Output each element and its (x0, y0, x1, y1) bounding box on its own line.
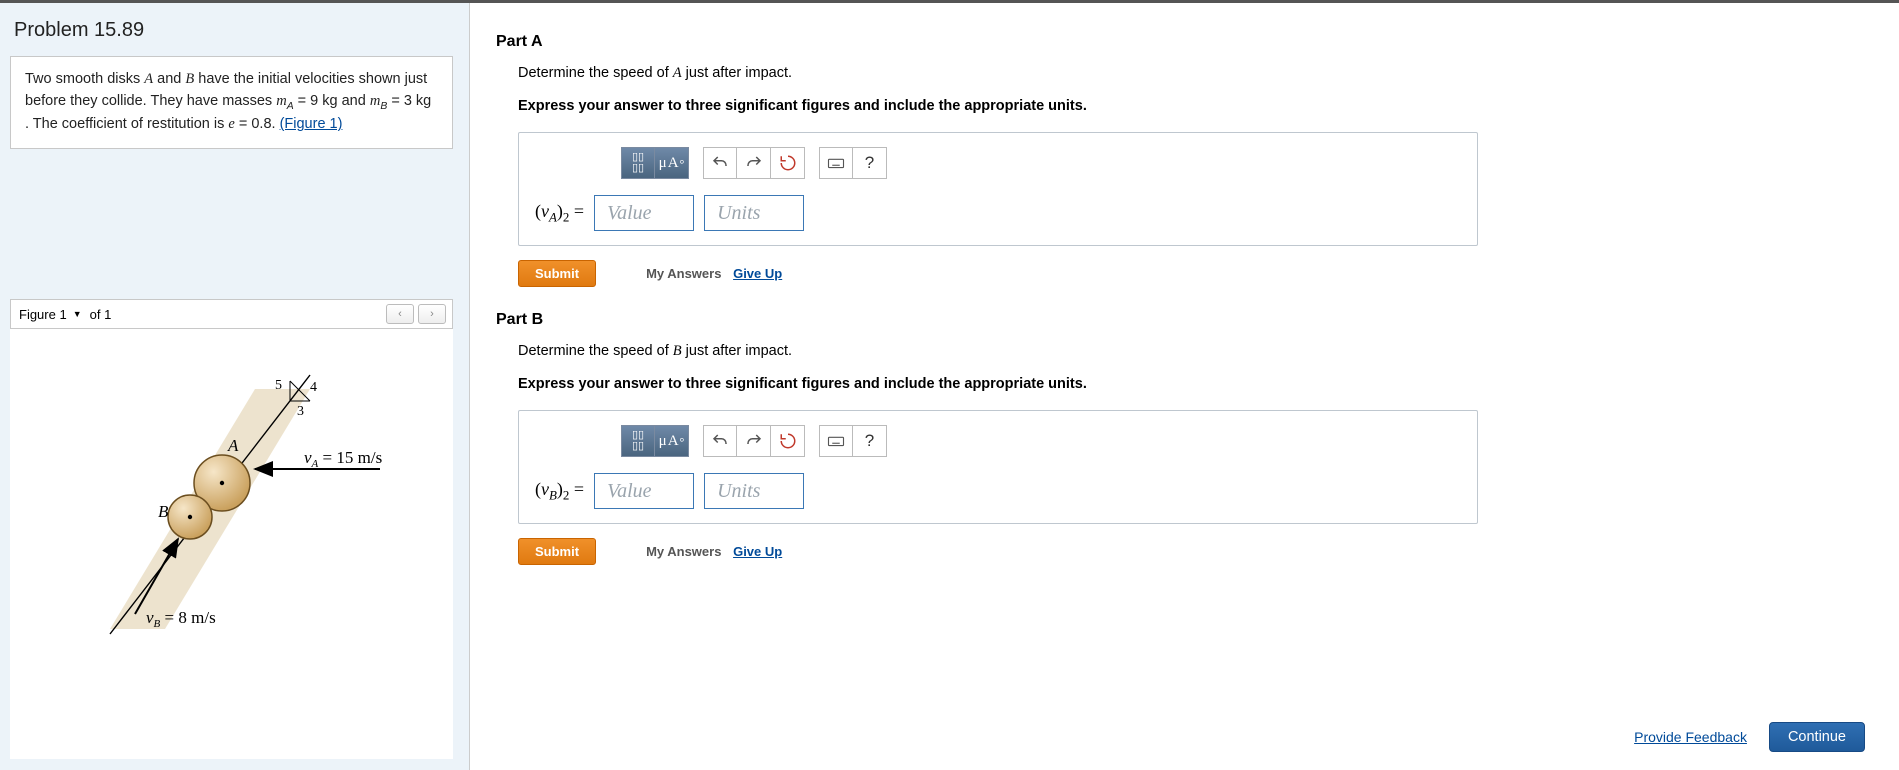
part-b-var-label: (vB)2 = (535, 479, 584, 504)
reset-button[interactable] (771, 425, 805, 457)
figure-canvas: 5 4 3 A B vA = 15 m/s vB = 8 m/s (10, 329, 453, 759)
tri-4: 4 (310, 380, 317, 395)
help-button[interactable]: ? (853, 425, 887, 457)
part-a-answer-box: ▯▯▯▯ μA° ? (vA)2 = Value Units (518, 132, 1478, 246)
tri-5: 5 (275, 378, 282, 393)
my-answers-label: My Answers (646, 544, 721, 559)
prompt-sym: B (673, 343, 682, 359)
figure-of: of 1 (90, 307, 112, 322)
mu-a-icon: μA° (659, 155, 685, 172)
part-b-instruction: Express your answer to three significant… (518, 376, 1865, 392)
part-b-prompt: Determine the speed of B just after impa… (518, 343, 1865, 360)
right-panel: Part A Determine the speed of A just aft… (470, 3, 1899, 770)
keyboard-button[interactable] (819, 425, 853, 457)
redo-button[interactable] (737, 147, 771, 179)
part-b-units-input[interactable]: Units (704, 473, 804, 509)
part-b-input-row: (vB)2 = Value Units (535, 473, 1461, 509)
mB-m: m (370, 93, 380, 109)
stmt-text: . The coefficient of restitution is (25, 116, 228, 132)
part-a-input-row: (vA)2 = Value Units (535, 195, 1461, 231)
my-answers-label: My Answers (646, 266, 721, 281)
figure-next-button[interactable]: › (418, 304, 446, 324)
template-icon: ▯▯▯▯ (632, 152, 644, 174)
part-b-value-input[interactable]: Value (594, 473, 694, 509)
figure-svg: 5 4 3 A B vA = 15 m/s vB = 8 m/s (50, 339, 430, 659)
template-picker-button[interactable]: ▯▯▯▯ (621, 147, 655, 179)
label-A: A (227, 436, 239, 455)
figure-link[interactable]: (Figure 1) (280, 116, 343, 132)
question-icon: ? (865, 431, 874, 451)
figure-prev-button[interactable]: ‹ (386, 304, 414, 324)
prompt-sym: A (673, 65, 682, 81)
footer: Provide Feedback Continue (1634, 722, 1865, 752)
units-picker-button[interactable]: μA° (655, 147, 689, 179)
part-b-toolbar: ▯▯▯▯ μA° ? (621, 425, 1461, 457)
prompt-text: just after impact. (682, 65, 792, 81)
figure-dropdown[interactable]: Figure 1 ▼ (17, 306, 84, 323)
part-b: Part B Determine the speed of B just aft… (496, 311, 1865, 565)
undo-button[interactable] (703, 425, 737, 457)
prompt-text: just after impact. (682, 343, 792, 359)
label-B: B (158, 502, 169, 521)
template-picker-button[interactable]: ▯▯▯▯ (621, 425, 655, 457)
part-a-title: Part A (496, 33, 1865, 51)
give-up-link[interactable]: Give Up (733, 544, 782, 559)
part-a: Part A Determine the speed of A just aft… (496, 33, 1865, 287)
part-a-toolbar: ▯▯▯▯ μA° ? (621, 147, 1461, 179)
prompt-text: Determine the speed of (518, 65, 673, 81)
part-a-value-input[interactable]: Value (594, 195, 694, 231)
help-button[interactable]: ? (853, 147, 887, 179)
redo-button[interactable] (737, 425, 771, 457)
mA-m: m (276, 93, 286, 109)
figure-toolbar: Figure 1 ▼ of 1 ‹ › (10, 299, 453, 329)
template-icon: ▯▯▯▯ (632, 430, 644, 452)
keyboard-button[interactable] (819, 147, 853, 179)
units-picker-button[interactable]: μA° (655, 425, 689, 457)
part-a-links: My Answers Give Up (646, 266, 782, 281)
stmt-text: Two smooth disks (25, 71, 144, 87)
mB-val: = 3 kg (387, 93, 431, 109)
part-a-submit-row: Submit My Answers Give Up (518, 260, 1865, 287)
problem-title: Problem 15.89 (14, 19, 453, 42)
part-b-links: My Answers Give Up (646, 544, 782, 559)
disk-b: B (185, 71, 194, 87)
vb-val: = 8 m/s (160, 608, 215, 627)
left-panel: Problem 15.89 Two smooth disks A and B h… (0, 3, 470, 770)
give-up-link[interactable]: Give Up (733, 266, 782, 281)
tri-3: 3 (297, 404, 304, 419)
question-icon: ? (865, 153, 874, 173)
mA-sub: A (287, 101, 294, 112)
disk-a: A (144, 71, 153, 87)
part-a-prompt: Determine the speed of A just after impa… (518, 65, 1865, 82)
figure-dropdown-label: Figure 1 (19, 307, 67, 322)
part-b-answer-box: ▯▯▯▯ μA° ? (vB)2 = Value Units (518, 410, 1478, 524)
part-a-units-input[interactable]: Units (704, 195, 804, 231)
prompt-text: Determine the speed of (518, 343, 673, 359)
problem-statement: Two smooth disks A and B have the initia… (10, 56, 453, 149)
part-a-instruction: Express your answer to three significant… (518, 98, 1865, 114)
svg-text:vA = 15 m/s: vA = 15 m/s (304, 448, 382, 470)
va-val: = 15 m/s (318, 448, 382, 467)
part-a-var-label: (vA)2 = (535, 201, 584, 226)
undo-button[interactable] (703, 147, 737, 179)
e-val: = 0.8. (235, 116, 280, 132)
chevron-down-icon: ▼ (73, 309, 82, 319)
part-b-submit-row: Submit My Answers Give Up (518, 538, 1865, 565)
continue-button[interactable]: Continue (1769, 722, 1865, 752)
provide-feedback-link[interactable]: Provide Feedback (1634, 729, 1747, 745)
part-b-submit-button[interactable]: Submit (518, 538, 596, 565)
part-a-submit-button[interactable]: Submit (518, 260, 596, 287)
stmt-text: and (153, 71, 185, 87)
stmt-and: and (338, 93, 370, 109)
part-b-title: Part B (496, 311, 1865, 329)
mA-val: = 9 kg (294, 93, 338, 109)
reset-button[interactable] (771, 147, 805, 179)
mu-a-icon: μA° (659, 433, 685, 450)
